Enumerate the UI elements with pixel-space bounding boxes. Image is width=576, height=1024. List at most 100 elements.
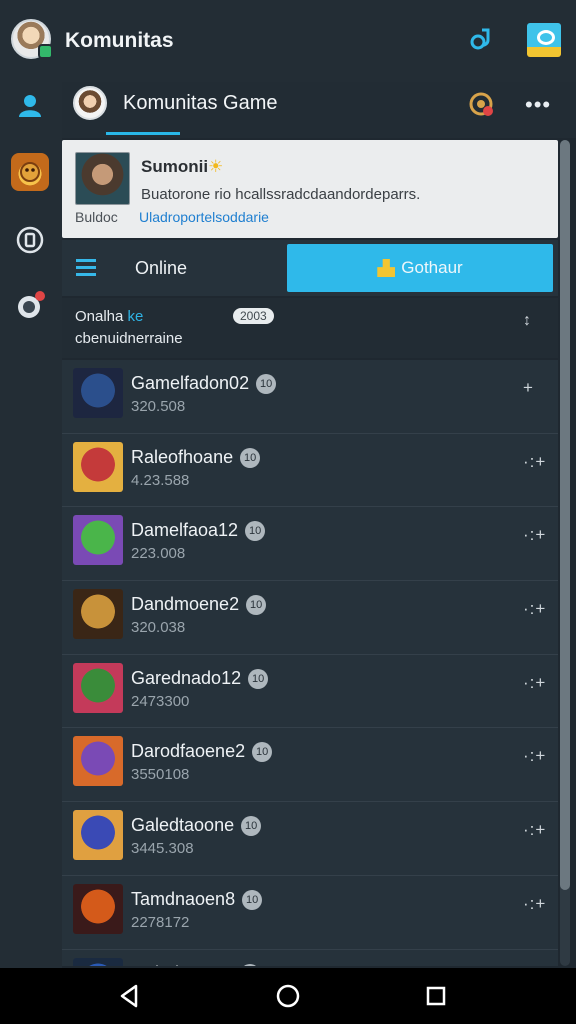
sun-icon: ☀ — [208, 157, 224, 176]
notification-icon[interactable] — [467, 90, 497, 120]
menu-icon[interactable] — [76, 259, 96, 276]
add-icon[interactable]: ·:+ — [523, 894, 546, 914]
game-avatar-icon — [73, 883, 123, 934]
featured-thumbnail — [75, 152, 130, 205]
list-header: Onalha ke cbenuidnerraine 2003 ↕ — [62, 298, 558, 358]
community-header: Komunitas Game ••• — [62, 82, 576, 138]
join-button[interactable]: Gothaur — [287, 244, 553, 292]
add-icon[interactable]: ·:+ — [523, 746, 546, 766]
list-header-highlight: ke — [127, 308, 144, 325]
list-item-count: 2278172 — [131, 913, 190, 931]
list-item-name: Galedtaoone 10 — [131, 815, 262, 837]
list-item[interactable]: Tamdnaoen8 10 2278172 ·:+ — [62, 876, 558, 950]
list-item[interactable]: Galedtaoone 10 3445.308 ·:+ — [62, 802, 558, 876]
active-tab-indicator — [106, 132, 180, 135]
sort-icon[interactable]: ↕ — [523, 312, 531, 330]
list-item-name: Garednado12 10 — [131, 667, 269, 689]
profile-icon — [19, 95, 41, 117]
game-avatar-icon — [73, 589, 123, 640]
list-item-count: 320.038 — [131, 619, 186, 637]
list-item-name-text: Gamelfadon02 — [131, 373, 250, 393]
member-list: Gamelfadon02 10 320.508 + Raleofhoane 10 4.23.… — [62, 360, 558, 966]
chat-rail-button[interactable] — [11, 287, 49, 325]
list-item-name-text: Darodfaoene2 — [131, 741, 246, 762]
more-options-icon[interactable]: ••• — [525, 92, 551, 118]
online-bar: Online Gothaur — [62, 240, 558, 296]
add-icon[interactable]: ·:+ — [523, 452, 546, 472]
game-rail-button[interactable] — [11, 153, 49, 191]
game-avatar-icon — [73, 736, 123, 787]
list-item-count: 320.508 — [131, 398, 186, 415]
user-avatar[interactable] — [11, 19, 53, 59]
list-header-prefix: Onalha — [75, 308, 124, 325]
level-badge: 10 — [242, 889, 263, 910]
list-item[interactable]: Galedtacone 10 — [62, 950, 558, 966]
game-avatar-icon — [73, 810, 123, 861]
notification-dot — [35, 291, 45, 301]
list-item[interactable]: Darodfaoene2 10 3550108 ·:+ — [62, 728, 558, 803]
add-icon[interactable]: ·:+ — [523, 525, 546, 545]
level-badge: 10 — [245, 521, 266, 542]
add-icon[interactable]: ·:+ — [523, 820, 546, 840]
scrollbar-thumb[interactable] — [560, 140, 570, 890]
game-avatar-icon — [73, 515, 123, 566]
count-pill: 2003 — [233, 308, 274, 324]
add-icon[interactable]: + — [523, 378, 534, 398]
add-icon[interactable]: ·:+ — [523, 599, 546, 619]
featured-subtitle: Buldoc — [75, 209, 118, 225]
level-badge: 10 — [256, 374, 277, 394]
home-icon[interactable] — [274, 982, 302, 1010]
scrollbar[interactable] — [560, 140, 570, 966]
add-icon[interactable]: ·:+ — [523, 673, 546, 693]
featured-link[interactable]: Uladroportelsoddarie — [139, 209, 269, 225]
list-item-name-text: Tamdnaoen8 — [131, 888, 236, 909]
level-badge: 10 — [240, 447, 261, 468]
clipboard-rail-button[interactable] — [11, 221, 49, 259]
list-item-name: Gamelfadon02 10 — [131, 373, 277, 394]
list-item-name-text: Garednado12 — [131, 667, 242, 688]
left-rail — [0, 82, 62, 968]
join-icon — [377, 259, 396, 277]
system-navbar — [0, 968, 576, 1024]
card-icon[interactable] — [527, 23, 561, 57]
join-button-label: Gothaur — [401, 258, 463, 277]
level-badge: 10 — [248, 668, 269, 689]
community-avatar[interactable] — [73, 86, 107, 120]
game-avatar-icon — [73, 441, 123, 492]
list-item-name: Damelfaoa12 10 — [131, 520, 266, 542]
recent-apps-icon[interactable] — [422, 982, 450, 1010]
list-header-line1: Onalha ke — [75, 308, 143, 325]
list-item-name: Darodfaoene2 10 — [131, 741, 273, 763]
profile-rail-button[interactable] — [11, 86, 49, 124]
list-item-count: 3550108 — [131, 766, 190, 784]
list-item-name-text: Galedtaoone — [131, 815, 235, 836]
list-item-name: Dandmoene2 10 — [131, 594, 267, 616]
list-item[interactable]: Damelfaoa12 10 223.008 ·:+ — [62, 507, 558, 582]
list-item[interactable]: Dandmoene2 10 320.038 ·:+ — [62, 581, 558, 655]
level-badge: 10 — [240, 963, 261, 966]
list-item-name: Raleofhoane 10 — [131, 446, 261, 468]
list-item-name-text: Damelfaoa12 — [131, 520, 239, 541]
featured-card[interactable]: Sumonii☀ Buatorone rio hcallssradcdaando… — [62, 140, 558, 238]
featured-description: Buatorone rio hcallssradcdaandordeparrs. — [141, 186, 421, 203]
list-item[interactable]: Gamelfadon02 10 320.508 + — [62, 360, 558, 434]
clipboard-icon — [16, 226, 44, 254]
level-badge: 10 — [241, 816, 262, 837]
list-item[interactable]: Garednado12 10 2473300 ·:+ — [62, 655, 558, 729]
link-icon[interactable] — [468, 26, 496, 54]
back-icon[interactable] — [116, 982, 144, 1010]
app-title: Komunitas — [65, 29, 174, 52]
app-bar: Komunitas — [0, 0, 576, 82]
community-title: Komunitas Game — [123, 92, 278, 114]
online-label: Online — [135, 258, 188, 278]
featured-title-text: Sumonii — [141, 157, 209, 176]
game-avatar-icon — [73, 662, 123, 713]
list-item[interactable]: Raleofhoane 10 4.23.588 ·:+ — [62, 434, 558, 508]
featured-title: Sumonii☀ — [141, 157, 223, 177]
level-badge: 10 — [246, 595, 267, 616]
list-item-count: 3445.308 — [131, 840, 194, 858]
list-item-name-text: Dandmoene2 — [131, 594, 240, 615]
list-item-name-text: Raleofhoane — [131, 446, 234, 467]
game-icon — [20, 162, 40, 182]
list-item-count: 4.23.588 — [131, 471, 190, 489]
